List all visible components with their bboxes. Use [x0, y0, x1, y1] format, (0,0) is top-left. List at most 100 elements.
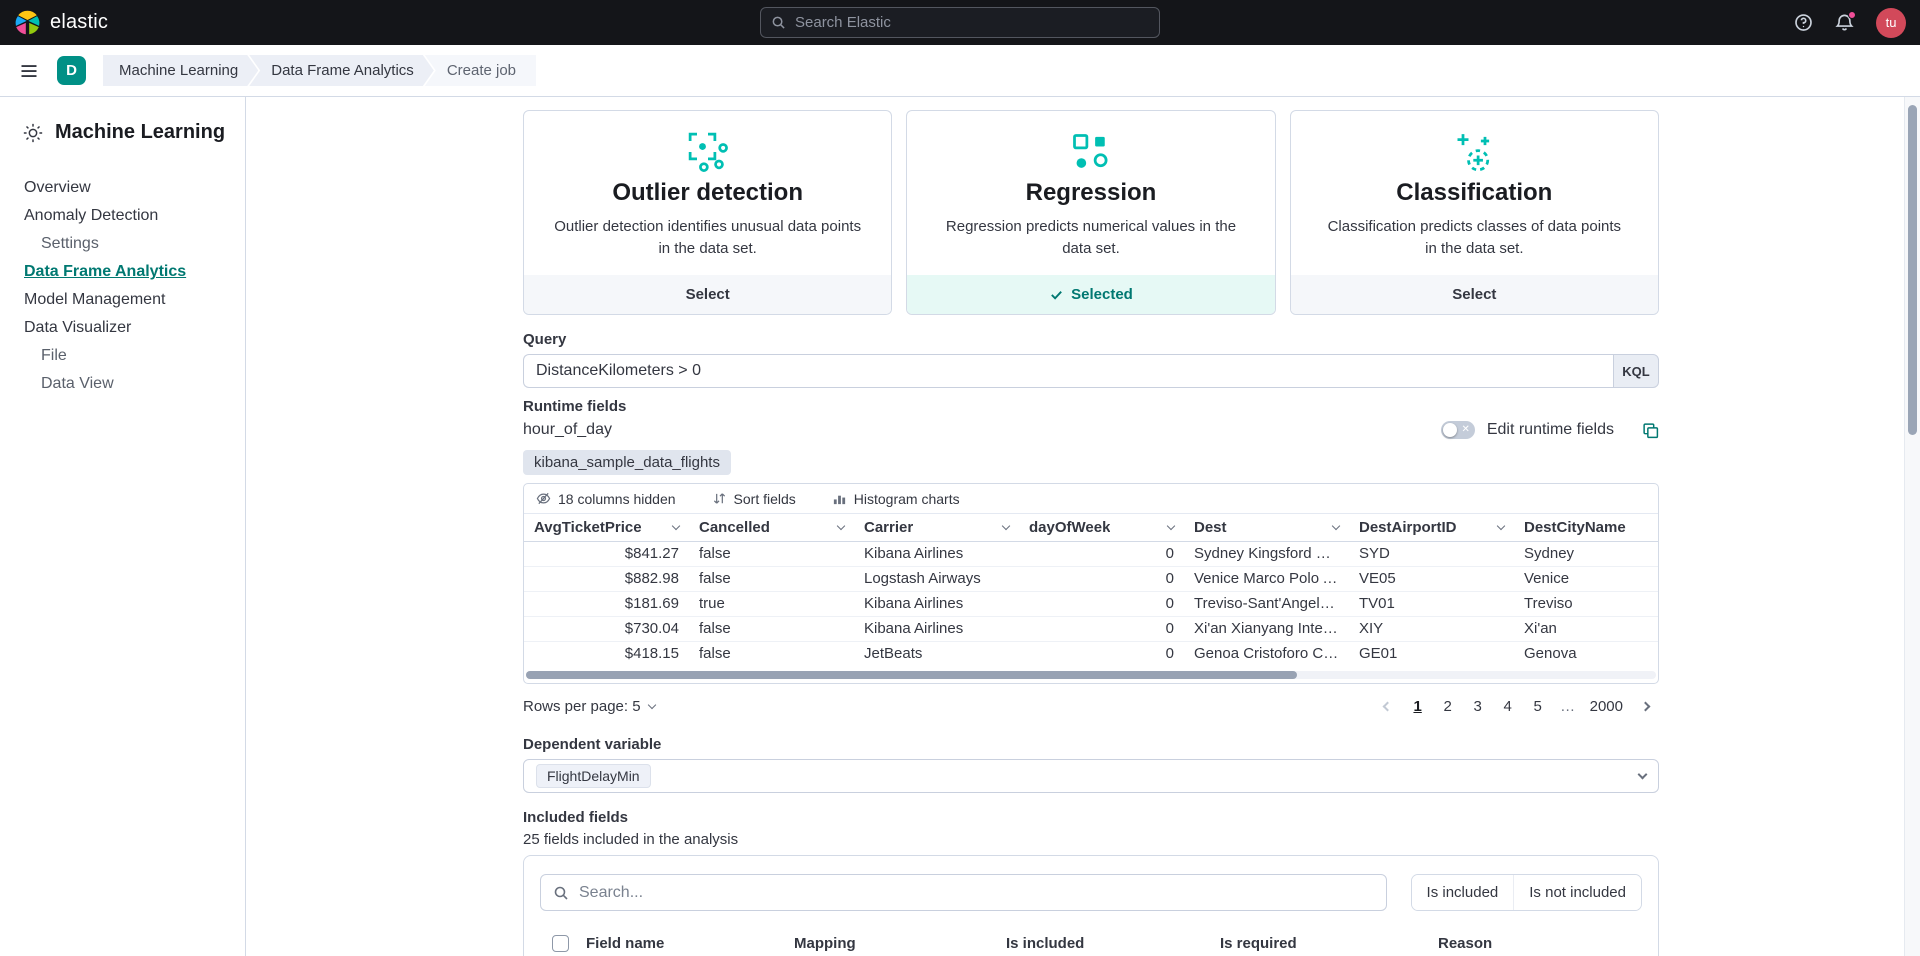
dependent-variable-label: Dependent variable	[523, 736, 1659, 753]
grid-cell: VE05	[1349, 567, 1514, 591]
menu-button[interactable]	[14, 56, 44, 86]
grid-cell: SYD	[1349, 542, 1514, 566]
sidebar-item-file[interactable]: File	[14, 342, 231, 370]
sidebar-item-data-visualizer[interactable]: Data Visualizer	[14, 314, 231, 342]
next-page-button[interactable]	[1631, 692, 1659, 720]
search-icon	[553, 885, 569, 901]
select-all-checkbox[interactable]	[552, 935, 569, 952]
space-badge[interactable]: D	[57, 56, 86, 85]
grid-cell: Sydney Kingsford Smith I...	[1184, 542, 1349, 566]
breadcrumb-machine-learning[interactable]: Machine Learning	[103, 55, 258, 86]
kql-language-button[interactable]: KQL	[1613, 354, 1659, 388]
grid-cell: Genova	[1514, 642, 1659, 666]
sidebar-nav: Overview Anomaly Detection Settings Data…	[14, 174, 231, 398]
column-header-carrier[interactable]: Carrier	[854, 514, 1019, 541]
sidebar-item-model-management[interactable]: Model Management	[14, 286, 231, 314]
grid-cell: $418.15	[524, 642, 689, 666]
eye-closed-icon	[536, 491, 551, 506]
search-icon	[771, 15, 786, 30]
user-avatar[interactable]: tu	[1876, 8, 1906, 38]
select-outlier-detection-button[interactable]: Select	[524, 275, 891, 314]
column-header-avgticketprice[interactable]: AvgTicketPrice	[524, 514, 689, 541]
page-2000-button[interactable]: 2000	[1584, 692, 1629, 720]
copy-button[interactable]	[1642, 422, 1659, 439]
grid-cell: $730.04	[524, 617, 689, 641]
grid-cell: 0	[1019, 592, 1184, 616]
fields-search-input[interactable]	[579, 884, 1374, 902]
job-type-card-regression: Regression Regression predicts numerical…	[906, 110, 1275, 315]
column-header-cancelled[interactable]: Cancelled	[689, 514, 854, 541]
toggle-off-x-icon: ✕	[1461, 425, 1469, 435]
global-search[interactable]	[760, 7, 1160, 38]
fields-search[interactable]	[540, 874, 1387, 911]
card-title: Classification	[1396, 179, 1552, 207]
regression-selected-button[interactable]: Selected	[907, 275, 1274, 314]
notification-dot	[1848, 11, 1856, 19]
sidebar-item-data-view[interactable]: Data View	[14, 370, 231, 398]
dependent-variable-value: FlightDelayMin	[536, 764, 651, 788]
page-3-button[interactable]: 3	[1464, 692, 1492, 720]
page-1-button[interactable]: 1	[1404, 692, 1432, 720]
column-header-destairportid[interactable]: DestAirportID	[1349, 514, 1514, 541]
sidebar-item-overview[interactable]: Overview	[14, 174, 231, 202]
sort-fields-button[interactable]: Sort fields	[712, 491, 796, 507]
card-title: Regression	[1026, 179, 1157, 207]
column-header-dayofweek[interactable]: dayOfWeek	[1019, 514, 1184, 541]
rows-per-page-button[interactable]: Rows per page: 5	[523, 698, 655, 715]
page-scrollbar[interactable]	[1904, 97, 1920, 956]
previous-page-button[interactable]	[1374, 692, 1402, 720]
elastic-logo-icon	[14, 9, 41, 36]
scrollbar-thumb[interactable]	[526, 671, 1297, 679]
job-type-cards: Outlier detection Outlier detection iden…	[523, 110, 1659, 315]
chevron-down-icon	[1638, 770, 1648, 780]
breadcrumb-bar: D Machine Learning Data Frame Analytics …	[0, 45, 1920, 97]
classification-icon	[1452, 129, 1496, 175]
index-pattern-badge: kibana_sample_data_flights	[523, 450, 731, 475]
page-scrollbar-thumb[interactable]	[1908, 105, 1917, 435]
check-icon	[1049, 287, 1064, 302]
notifications-button[interactable]	[1835, 13, 1854, 32]
page-4-button[interactable]: 4	[1494, 692, 1522, 720]
breadcrumb-data-frame-analytics[interactable]: Data Frame Analytics	[249, 55, 434, 86]
included-filter-group: Is included Is not included	[1411, 874, 1642, 911]
chevron-down-icon	[1497, 522, 1505, 530]
card-description: Classification predicts classes of data …	[1320, 216, 1629, 260]
dependent-variable-select[interactable]: FlightDelayMin	[523, 759, 1659, 793]
runtime-field-name: hour_of_day	[523, 421, 612, 439]
sidebar-item-anomaly-detection[interactable]: Anomaly Detection	[14, 202, 231, 230]
column-header-dest[interactable]: Dest	[1184, 514, 1349, 541]
grid-horizontal-scrollbar[interactable]	[524, 667, 1658, 683]
help-button[interactable]	[1794, 13, 1813, 32]
fields-column-is-included: Is included	[1006, 935, 1220, 952]
histogram-charts-button[interactable]: Histogram charts	[832, 491, 960, 507]
copy-icon	[1642, 422, 1659, 439]
chevron-down-icon	[1002, 522, 1010, 530]
grid-cell: $882.98	[524, 567, 689, 591]
column-header-destcityname[interactable]: DestCityName	[1514, 514, 1659, 541]
sidebar-item-settings[interactable]: Settings	[14, 230, 231, 258]
query-input[interactable]	[523, 354, 1613, 388]
sidebar-item-data-frame-analytics[interactable]: Data Frame Analytics	[14, 258, 231, 286]
global-search-input[interactable]	[795, 14, 1149, 31]
columns-hidden-button[interactable]: 18 columns hidden	[536, 491, 676, 507]
filter-is-included-button[interactable]: Is included	[1412, 875, 1514, 910]
breadcrumb-create-job: Create job	[425, 55, 536, 86]
global-header: elastic tu	[0, 0, 1920, 45]
grid-toolbar: 18 columns hidden Sort fields Histogram …	[524, 484, 1658, 514]
edit-runtime-fields-toggle[interactable]: ✕	[1441, 421, 1475, 439]
page-5-button[interactable]: 5	[1524, 692, 1552, 720]
main-content: Outlier detection Outlier detection iden…	[247, 97, 1904, 956]
filter-is-not-included-button[interactable]: Is not included	[1513, 875, 1641, 910]
create-job-wizard: Outlier detection Outlier detection iden…	[523, 97, 1659, 956]
grid-cell: Kibana Airlines	[854, 592, 1019, 616]
grid-cell: $841.27	[524, 542, 689, 566]
elastic-logo-group[interactable]: elastic	[14, 9, 108, 36]
included-fields-label: Included fields	[523, 809, 1659, 826]
logo-wordmark: elastic	[50, 11, 108, 34]
sort-icon	[712, 491, 727, 506]
chevron-down-icon	[1332, 522, 1340, 530]
pagination: 1 2 3 4 5 … 2000	[1374, 692, 1659, 720]
page-2-button[interactable]: 2	[1434, 692, 1462, 720]
select-classification-button[interactable]: Select	[1291, 275, 1658, 314]
pagination-ellipsis: …	[1554, 692, 1582, 720]
